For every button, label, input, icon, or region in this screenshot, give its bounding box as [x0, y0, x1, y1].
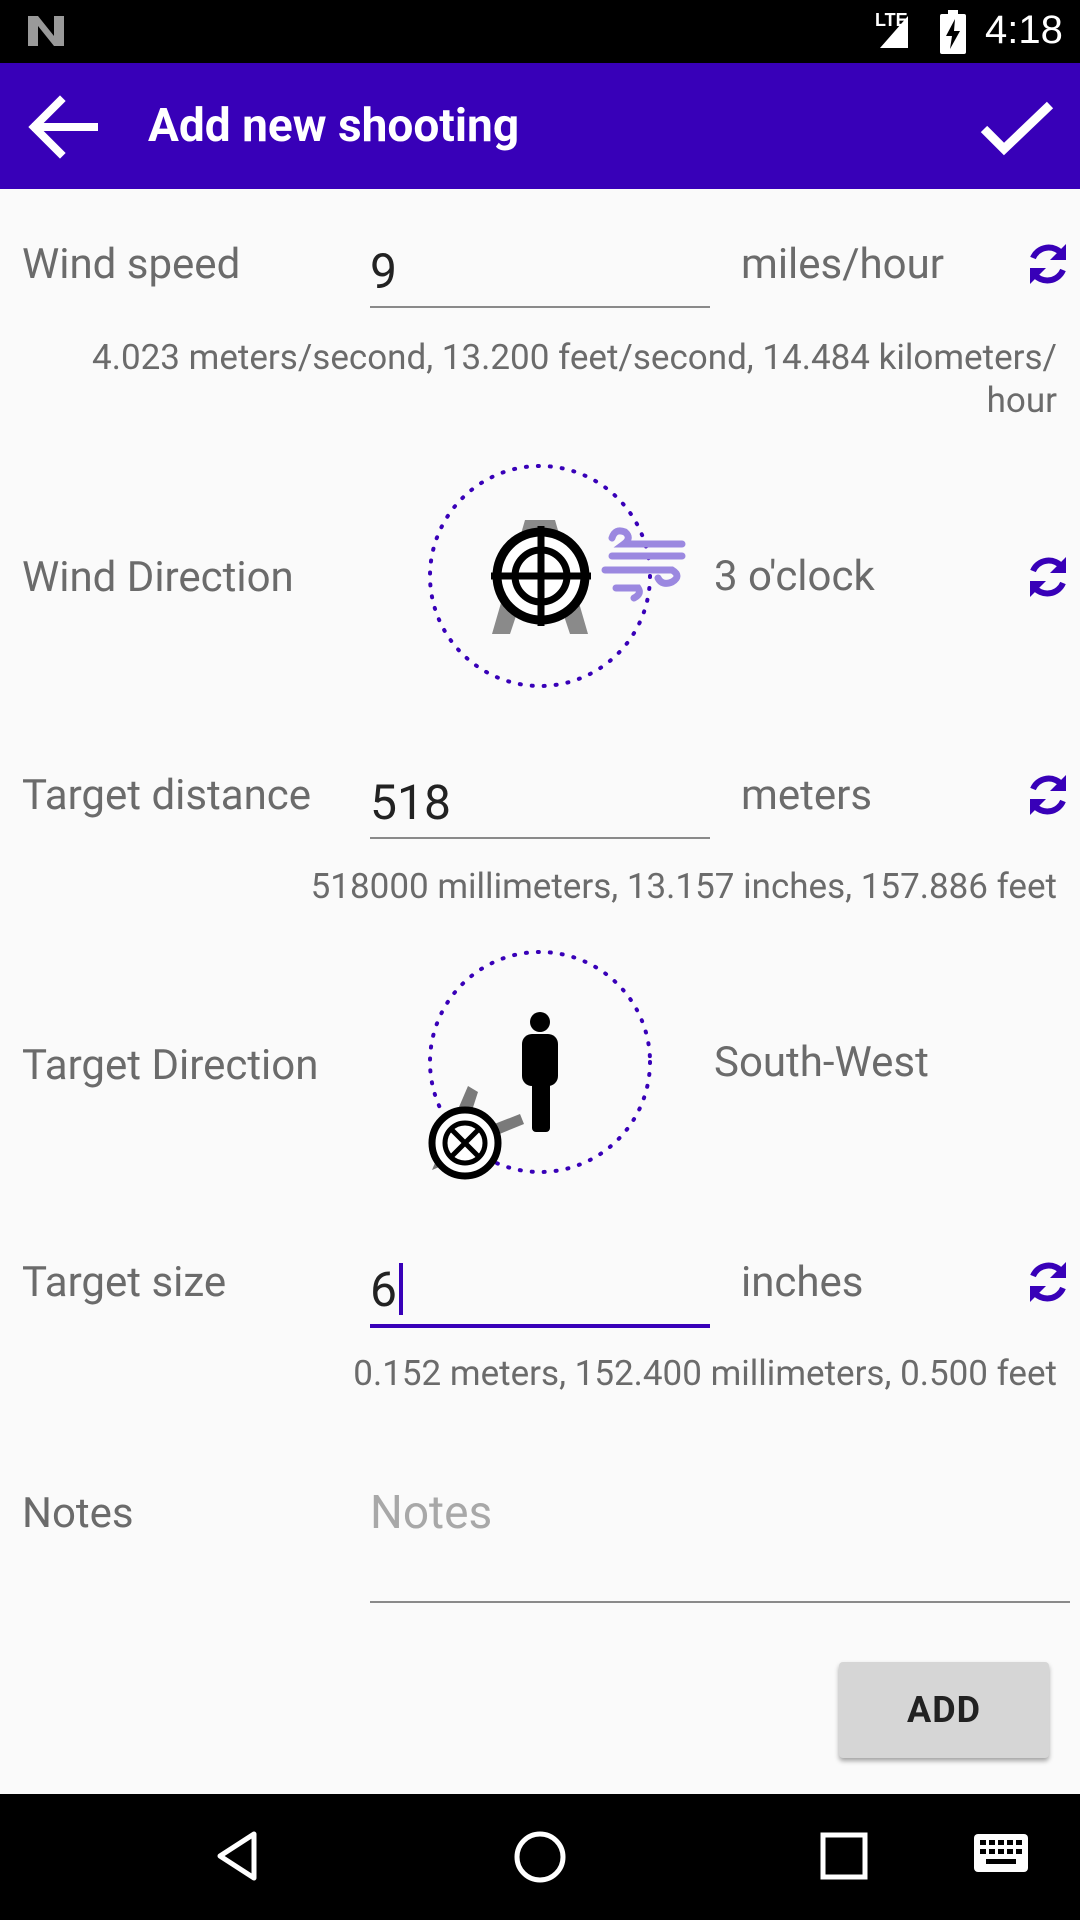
swap-direction-icon[interactable] — [1022, 551, 1074, 603]
target-size-input[interactable]: 6 — [370, 1258, 710, 1328]
keyboard-icon[interactable] — [972, 1832, 1030, 1876]
target-size-value: 6 — [370, 1261, 397, 1318]
target-direction-dial[interactable] — [420, 942, 660, 1182]
swap-units-icon[interactable] — [1022, 769, 1074, 821]
notes-label: Notes — [22, 1489, 134, 1538]
target-size-label: Target size — [22, 1258, 227, 1307]
signal-icon — [880, 16, 908, 48]
notes-placeholder: Notes — [370, 1486, 493, 1540]
crosshair-target-icon — [428, 1106, 502, 1180]
target-distance-label: Target distance — [22, 771, 312, 820]
back-arrow-icon[interactable] — [28, 95, 98, 159]
navigation-bar — [0, 1794, 1080, 1920]
target-distance-value: 518 — [370, 774, 451, 831]
target-size-unit[interactable]: inches — [741, 1258, 863, 1308]
app-bar: Add new shooting — [0, 63, 1080, 189]
notes-input[interactable]: Notes — [370, 1475, 1070, 1603]
add-button[interactable]: ADD — [839, 1662, 1049, 1758]
target-size-conversions: 0.152 meters, 152.400 millimeters, 0.500… — [353, 1353, 1057, 1394]
confirm-check-icon[interactable] — [978, 99, 1056, 157]
wind-speed-label: Wind speed — [22, 240, 241, 289]
battery-charging-icon — [940, 10, 966, 54]
target-direction-label: Target Direction — [22, 1041, 319, 1090]
wind-direction-dial[interactable] — [420, 458, 690, 698]
status-bar: LTE 4:18 — [0, 0, 1080, 63]
back-nav-icon[interactable] — [210, 1828, 266, 1884]
swap-units-icon[interactable] — [1022, 238, 1074, 290]
wind-speed-value: 9 — [370, 243, 397, 300]
swap-units-icon[interactable] — [1022, 1256, 1074, 1308]
wind-speed-input[interactable]: 9 — [370, 240, 710, 308]
target-direction-value: South-West — [714, 1038, 929, 1087]
page-title: Add new shooting — [148, 99, 520, 153]
wind-speed-unit[interactable]: miles/hour — [741, 240, 944, 290]
wind-direction-label: Wind Direction — [22, 553, 294, 602]
wind-icon — [601, 527, 686, 602]
text-cursor — [398, 1263, 403, 1315]
home-nav-icon[interactable] — [511, 1828, 569, 1886]
target-distance-conversions: 518000 millimeters, 13.157 inches, 157.8… — [310, 866, 1057, 907]
notification-n-icon — [28, 16, 64, 46]
status-time: 4:18 — [985, 8, 1063, 52]
wind-speed-conversions: 4.023 meters/second, 13.200 feet/second,… — [92, 337, 1057, 421]
wind-direction-value: 3 o'clock — [714, 552, 875, 601]
target-distance-input[interactable]: 518 — [370, 771, 710, 839]
person-icon — [522, 1012, 558, 1132]
recents-nav-icon[interactable] — [818, 1830, 870, 1882]
target-size-value-wrap: 6 — [370, 1262, 403, 1318]
target-distance-unit[interactable]: meters — [741, 771, 872, 821]
